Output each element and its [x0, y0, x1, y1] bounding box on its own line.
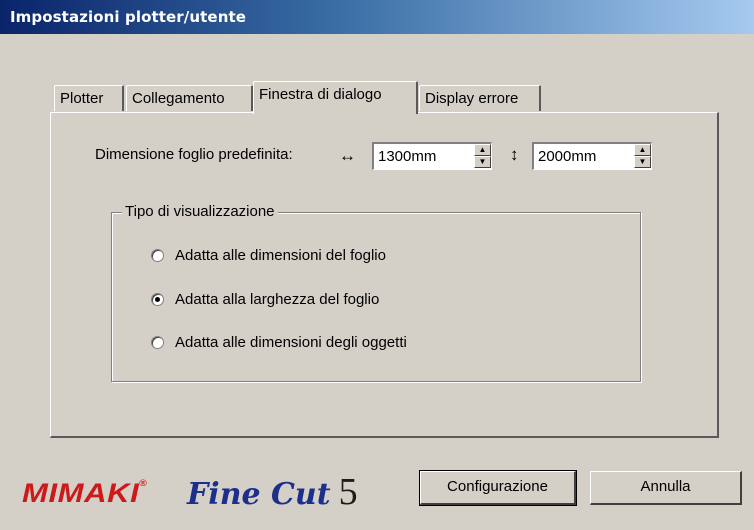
registered-mark: ® [139, 478, 148, 488]
spin-down-icon[interactable]: ▼ [474, 156, 491, 168]
tab-display-errore[interactable]: Display errore [419, 85, 541, 111]
spin-down-icon[interactable]: ▼ [634, 156, 651, 168]
mimaki-logo: MIMAKI® [22, 478, 147, 509]
radio-label[interactable]: Adatta alla larghezza del foglio [175, 290, 379, 310]
finecut-logo-text: Fine Cut [187, 477, 331, 512]
height-arrow-icon: ↕ [510, 145, 519, 164]
sheet-width-spinner[interactable]: ▲ ▼ [372, 142, 492, 170]
finecut-logo: Fine Cut 5 [187, 470, 358, 514]
window-title: Impostazioni plotter/utente [10, 8, 247, 26]
radio-button[interactable] [151, 249, 164, 262]
radio-selected-dot [155, 297, 160, 302]
title-bar: Impostazioni plotter/utente [0, 0, 754, 34]
sheet-height-spinner[interactable]: ▲ ▼ [532, 142, 652, 170]
sheet-width-spin-buttons[interactable]: ▲ ▼ [474, 144, 491, 168]
sheet-height-spin-buttons[interactable]: ▲ ▼ [634, 144, 651, 168]
spin-up-icon[interactable]: ▲ [634, 144, 651, 156]
spin-up-icon[interactable]: ▲ [474, 144, 491, 156]
cancel-button[interactable]: Annulla [590, 471, 742, 505]
tab-finestra-di-dialogo[interactable]: Finestra di dialogo [253, 81, 418, 114]
width-arrow-icon: ↔ [339, 146, 356, 165]
sheet-size-label: Dimensione foglio predefinita: [95, 146, 293, 163]
sheet-height-input[interactable] [538, 146, 624, 166]
configure-button[interactable]: Configurazione [419, 470, 577, 506]
display-type-legend: Tipo di visualizzazione [122, 203, 278, 220]
sheet-width-input[interactable] [378, 146, 464, 166]
radio-button-selected[interactable] [151, 293, 164, 306]
mimaki-logo-text: MIMAKI [22, 478, 140, 508]
radio-button[interactable] [151, 336, 164, 349]
radio-label[interactable]: Adatta alle dimensioni del foglio [175, 246, 386, 266]
finecut-version: 5 [338, 471, 358, 513]
radio-label[interactable]: Adatta alle dimensioni degli oggetti [175, 333, 407, 353]
tab-collegamento[interactable]: Collegamento [126, 85, 253, 111]
tab-plotter[interactable]: Plotter [54, 85, 124, 111]
